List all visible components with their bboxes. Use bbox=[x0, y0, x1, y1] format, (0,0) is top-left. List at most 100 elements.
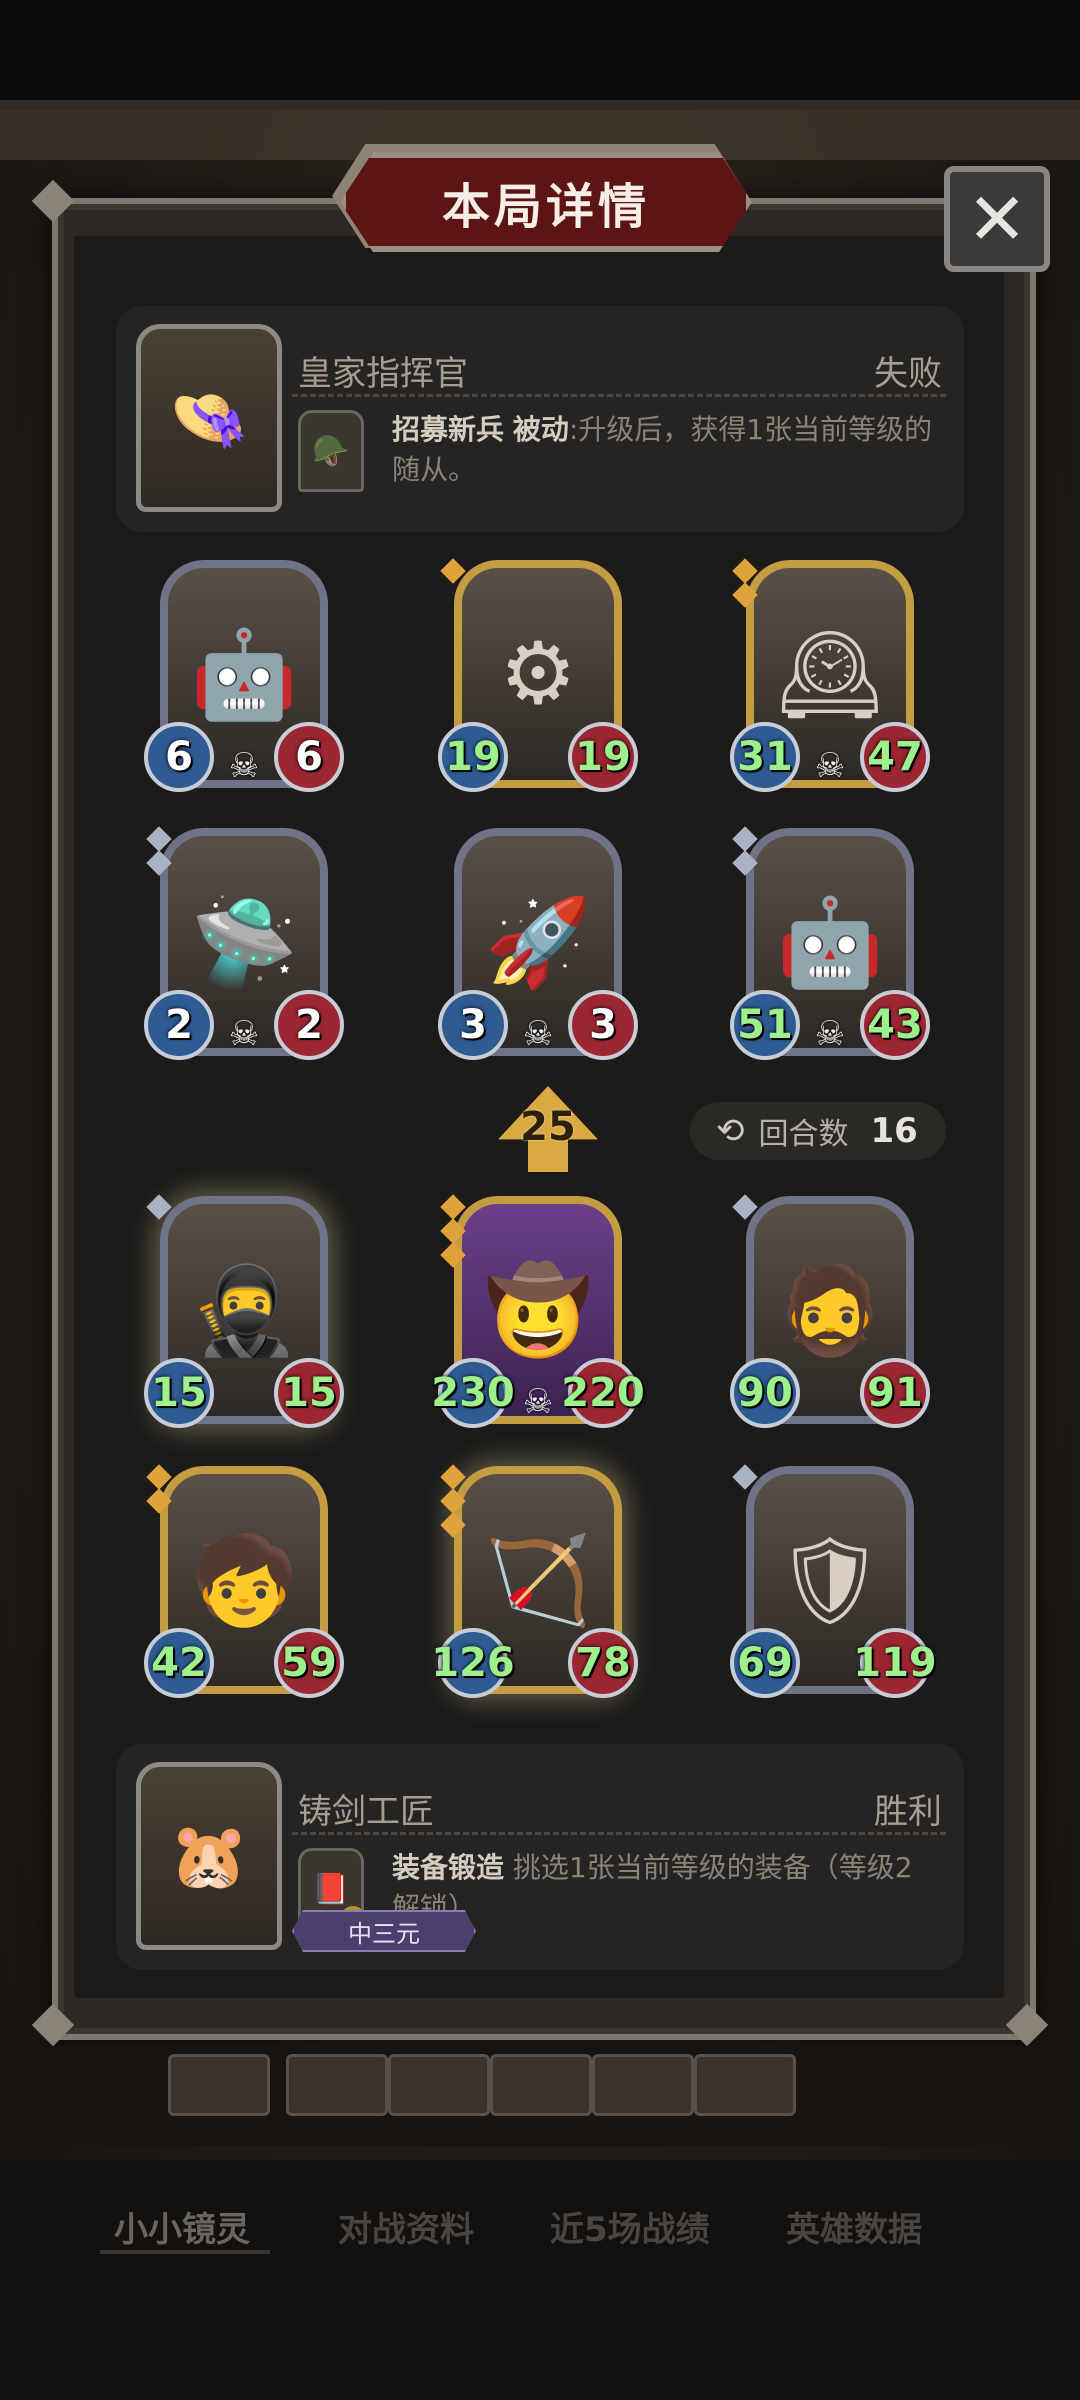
background-thumbnail bbox=[286, 2054, 388, 2116]
star-rank bbox=[440, 1194, 466, 1270]
attack-stat: 3 bbox=[438, 990, 508, 1060]
skull-icon: ☠ bbox=[522, 1382, 554, 1422]
title-banner: 本局详情 bbox=[340, 152, 752, 252]
minion-card[interactable]: 🤖 51 43 ☠ bbox=[730, 826, 930, 1068]
star-rank bbox=[732, 1464, 758, 1492]
skull-icon: ☠ bbox=[814, 746, 846, 786]
minion-card[interactable]: 🥷 15 15 bbox=[144, 1194, 344, 1436]
star-icon bbox=[146, 1464, 172, 1490]
divider bbox=[292, 394, 946, 397]
health-stat: 6 bbox=[274, 722, 344, 792]
opponent-panel: 👒 皇家指挥官 失败 🪖 招募新兵 被动:升级后，获得1张当前等级的随从。 bbox=[116, 306, 964, 532]
star-icon bbox=[440, 1464, 466, 1490]
background-thumbnail bbox=[490, 2054, 592, 2116]
health-stat: 2 bbox=[274, 990, 344, 1060]
star-icon bbox=[440, 1242, 466, 1268]
minion-card[interactable]: 🚀 3 3 ☠ bbox=[438, 828, 638, 1068]
close-icon: ✕ bbox=[966, 177, 1028, 261]
health-stat: 47 bbox=[860, 722, 930, 792]
attack-stat: 2 bbox=[144, 990, 214, 1060]
opponent-skill-text: 招募新兵 被动:升级后，获得1张当前等级的随从。 bbox=[392, 410, 940, 490]
round-value: 16 bbox=[870, 1111, 918, 1151]
star-icon bbox=[440, 1512, 466, 1538]
star-icon bbox=[146, 1488, 172, 1514]
opponent-name: 皇家指挥官 bbox=[298, 354, 468, 394]
round-label: 回合数 bbox=[758, 1117, 849, 1152]
tab-recent-record[interactable]: 近5场战绩 bbox=[550, 2202, 710, 2251]
minion-card[interactable]: 🕰 31 47 ☠ bbox=[730, 558, 930, 800]
skull-icon: ☠ bbox=[814, 1014, 846, 1054]
dialog-title: 本局详情 bbox=[441, 179, 650, 235]
minion-card[interactable]: 🛡 69 119 bbox=[730, 1464, 937, 1706]
player-skill-text: 装备锻造 挑选1张当前等级的装备（等级2解锁） bbox=[392, 1848, 940, 1928]
health-stat: 15 bbox=[274, 1358, 344, 1428]
attack-stat: 19 bbox=[438, 722, 508, 792]
attack-stat: 15 bbox=[144, 1358, 214, 1428]
star-icon bbox=[440, 1194, 466, 1220]
star-rank bbox=[146, 826, 172, 878]
minion-card[interactable]: 🧒 42 59 bbox=[144, 1464, 344, 1706]
health-stat: 78 bbox=[568, 1628, 638, 1698]
skull-icon: ☠ bbox=[522, 1014, 554, 1054]
star-rank bbox=[732, 826, 758, 878]
health-stat: 91 bbox=[860, 1358, 930, 1428]
minion-card[interactable]: 🧔 90 91 bbox=[730, 1194, 930, 1436]
star-icon bbox=[732, 582, 758, 608]
player-panel: 🐹 铸剑工匠 胜利 📕 2 装备锻造 挑选1张当前等级的装备（等级2解锁） 中三… bbox=[116, 1744, 964, 1970]
star-icon bbox=[732, 850, 758, 876]
background-thumbnail bbox=[388, 2054, 490, 2116]
star-icon bbox=[440, 1488, 466, 1514]
star-icon bbox=[146, 826, 172, 852]
tab-battle-info[interactable]: 对战资料 bbox=[338, 2202, 474, 2251]
star-icon bbox=[440, 558, 466, 584]
star-rank bbox=[440, 1464, 466, 1540]
star-icon bbox=[732, 1464, 758, 1490]
active-tab-indicator bbox=[100, 2250, 270, 2254]
star-rank bbox=[146, 1194, 172, 1222]
health-stat: 19 bbox=[568, 722, 638, 792]
star-icon bbox=[146, 850, 172, 876]
refresh-icon: ⟲ bbox=[716, 1111, 745, 1151]
status-area bbox=[0, 0, 1080, 110]
tab-mirror-spirit[interactable]: 小小镜灵 bbox=[114, 2202, 250, 2251]
player-tag: 中三元 bbox=[292, 1910, 476, 1952]
background-thumbnail bbox=[694, 2054, 796, 2116]
minion-card[interactable]: 🏹 126 78 bbox=[431, 1464, 638, 1706]
skill-type: 被动 bbox=[512, 413, 569, 446]
star-icon bbox=[732, 1194, 758, 1220]
star-icon bbox=[732, 826, 758, 852]
minion-card[interactable]: 🤠 230 220 ☠ bbox=[431, 1194, 645, 1436]
skill-name: 招募新兵 bbox=[392, 413, 505, 446]
round-counter: ⟲ 回合数 16 bbox=[690, 1102, 946, 1160]
attack-stat: 31 bbox=[730, 722, 800, 792]
star-icon bbox=[146, 1194, 172, 1220]
attack-stat: 90 bbox=[730, 1358, 800, 1428]
skull-icon: ☠ bbox=[228, 746, 260, 786]
skill-name: 装备锻造 bbox=[392, 1851, 505, 1884]
divider bbox=[292, 1832, 946, 1835]
commander-portrait-icon[interactable]: 👒 bbox=[136, 324, 282, 512]
health-stat: 59 bbox=[274, 1628, 344, 1698]
minion-card[interactable]: ⚙ 19 19 bbox=[438, 558, 638, 800]
star-icon bbox=[732, 558, 758, 584]
star-rank bbox=[146, 1464, 172, 1516]
health-stat: 119 bbox=[853, 1628, 937, 1698]
close-button[interactable]: ✕ bbox=[944, 166, 1050, 272]
attack-stat: 126 bbox=[431, 1628, 515, 1698]
recruit-skill-icon[interactable]: 🪖 bbox=[298, 410, 364, 492]
skull-icon: ☠ bbox=[228, 1014, 260, 1054]
opponent-result: 失败 bbox=[874, 354, 942, 394]
star-rank bbox=[732, 1194, 758, 1222]
swordsmith-portrait-icon[interactable]: 🐹 bbox=[136, 1762, 282, 1950]
player-result: 胜利 bbox=[874, 1792, 942, 1832]
health-stat: 3 bbox=[568, 990, 638, 1060]
minion-card[interactable]: 🤖 6 6 ☠ bbox=[144, 560, 344, 800]
tab-hero-data[interactable]: 英雄数据 bbox=[786, 2202, 922, 2251]
player-name: 铸剑工匠 bbox=[298, 1792, 434, 1832]
attack-stat: 51 bbox=[730, 990, 800, 1060]
attack-stat: 230 bbox=[431, 1358, 515, 1428]
attack-stat: 69 bbox=[730, 1628, 800, 1698]
health-stat: 220 bbox=[561, 1358, 645, 1428]
star-rank bbox=[732, 558, 758, 610]
minion-card[interactable]: 🛸 2 2 ☠ bbox=[144, 826, 344, 1068]
